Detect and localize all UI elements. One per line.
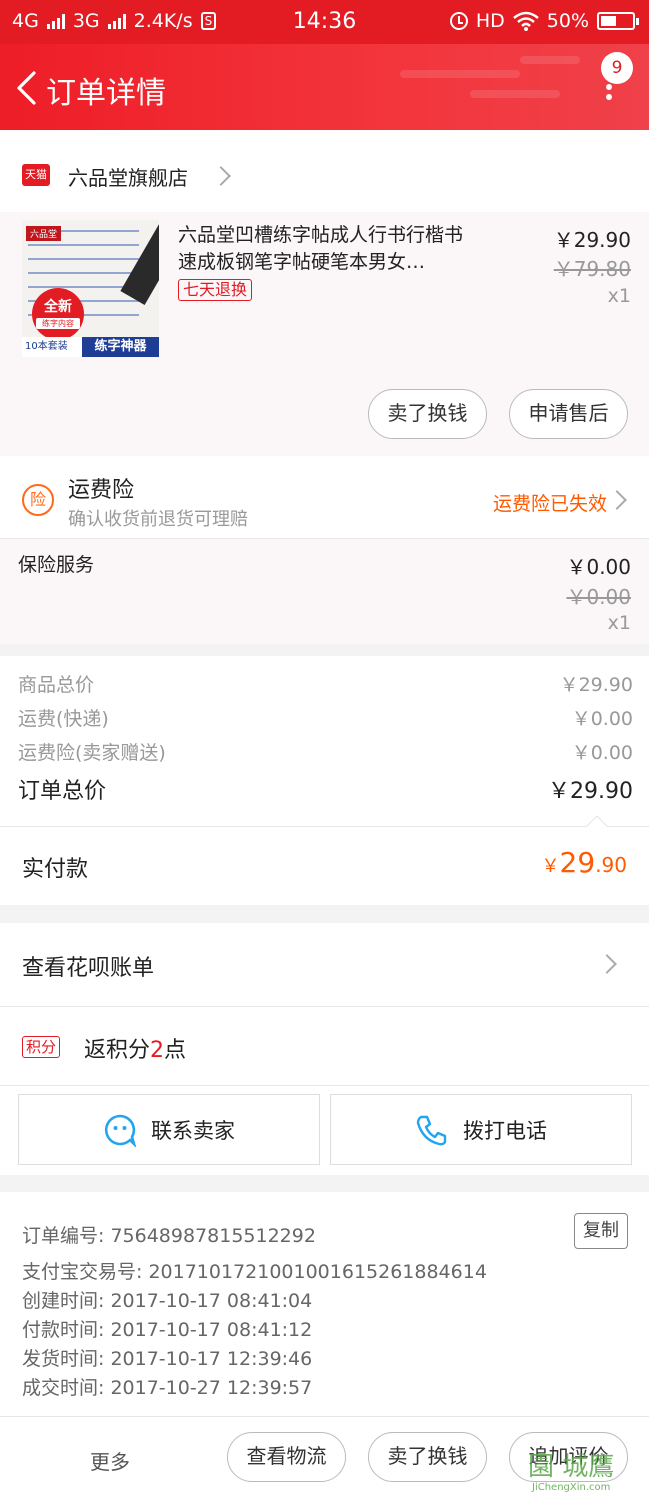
summary-goods-value: ￥29.90 — [559, 674, 633, 696]
more-button[interactable]: 更多 — [90, 1446, 130, 1475]
back-arrow-icon[interactable] — [12, 70, 42, 106]
contact-seller-label: 联系卖家 — [151, 1118, 235, 1143]
order-total-value: ￥29.90 — [548, 779, 633, 804]
seven-day-return-tag: 七天退换 — [178, 279, 253, 301]
completed-time: 成交时间: 2017-10-27 12:39:57 — [22, 1377, 313, 1399]
order-total-label: 订单总价 — [18, 779, 107, 804]
page-title: 订单详情 — [46, 76, 166, 111]
shipped-time: 发货时间: 2017-10-17 12:39:46 — [22, 1348, 313, 1370]
header-decoration — [520, 56, 580, 64]
call-phone-label: 拨打电话 — [463, 1118, 547, 1143]
insurance-icon: 险 — [22, 484, 54, 516]
call-phone-button[interactable]: 拨打电话 — [330, 1094, 632, 1165]
phone-icon — [416, 1115, 447, 1145]
huabei-label[interactable]: 查看花呗账单 — [22, 950, 154, 982]
battery-icon — [597, 12, 639, 30]
shipping-insurance-status: 运费险已失效 — [492, 493, 607, 515]
created-time: 创建时间: 2017-10-17 08:41:04 — [22, 1290, 313, 1312]
paid-time: 付款时间: 2017-10-17 08:41:12 — [22, 1319, 313, 1341]
thumb-logo: 六品堂 — [26, 226, 62, 241]
product-quantity: x1 — [607, 285, 631, 307]
watermark-logo: 園 城鷹 JiChengXin.com — [528, 1452, 615, 1493]
hd-label: HD — [475, 10, 505, 32]
summary-insurance-label: 运费险(卖家赠送) — [18, 742, 166, 764]
insurance-service-card — [0, 539, 649, 644]
wifi-icon — [512, 11, 539, 31]
product-thumbnail[interactable]: 六品堂 全新 练字内容 10本套装 练字神器 — [22, 220, 159, 357]
battery-percent: 50% — [546, 10, 589, 32]
alarm-icon — [449, 12, 468, 30]
insurance-service-original-price: ￥0.00 — [566, 585, 631, 609]
tmall-logo-icon: 天猫 — [22, 164, 50, 186]
header-decoration — [400, 70, 520, 78]
points-text: 返积分2点 — [84, 1038, 187, 1063]
points-tag: 积分 — [22, 1036, 61, 1058]
payment-amount: ￥29.90 — [541, 846, 627, 879]
view-logistics-button[interactable]: 查看物流 — [227, 1432, 346, 1482]
insurance-service-quantity: x1 — [607, 612, 631, 634]
shipping-insurance-title: 运费险 — [68, 478, 135, 503]
sell-button[interactable]: 卖了换钱 — [368, 389, 487, 439]
insurance-service-price: ￥0.00 — [566, 555, 631, 579]
thumb-right-text: 练字神器 — [82, 337, 159, 357]
summary-shipping-label: 运费(快递) — [18, 708, 109, 730]
summary-insurance-value: ￥0.00 — [571, 742, 633, 764]
notch-icon — [586, 815, 608, 827]
copy-button[interactable]: 复制 — [574, 1213, 628, 1249]
product-original-price: ￥79.80 — [553, 257, 631, 281]
summary-shipping-value: ￥0.00 — [571, 708, 633, 730]
status-bar: 4G 3G 2.4K/s S 14:36 HD 50% — [0, 0, 649, 44]
summary-goods-label: 商品总价 — [18, 674, 95, 696]
thumb-badge: 全新 练字内容 — [32, 288, 84, 340]
payment-label: 实付款 — [22, 857, 89, 882]
order-number: 订单编号: 75648987815512292 — [22, 1225, 316, 1247]
sell-again-button[interactable]: 卖了换钱 — [368, 1432, 487, 1482]
chat-bubble-icon — [104, 1114, 137, 1147]
product-title[interactable]: 六品堂凹槽练字帖成人行书行楷书速成板钢笔字帖硬笔本男女… — [178, 222, 478, 276]
product-price: ￥29.90 — [553, 228, 631, 252]
after-sale-button[interactable]: 申请售后 — [509, 389, 628, 439]
message-badge: 9 — [601, 52, 633, 84]
header-decoration — [470, 90, 560, 98]
contact-seller-button[interactable]: 联系卖家 — [18, 1094, 320, 1165]
shipping-insurance-subtitle: 确认收货前退货可理赔 — [68, 509, 248, 530]
nav-bar: 订单详情 9 — [0, 44, 649, 130]
shop-name[interactable]: 六品堂旗舰店 — [68, 162, 188, 191]
insurance-service-label: 保险服务 — [18, 554, 95, 576]
thumb-left-text: 10本套装 — [22, 337, 82, 357]
alipay-number: 支付宝交易号: 2017101721001001615261884614 — [22, 1261, 487, 1283]
